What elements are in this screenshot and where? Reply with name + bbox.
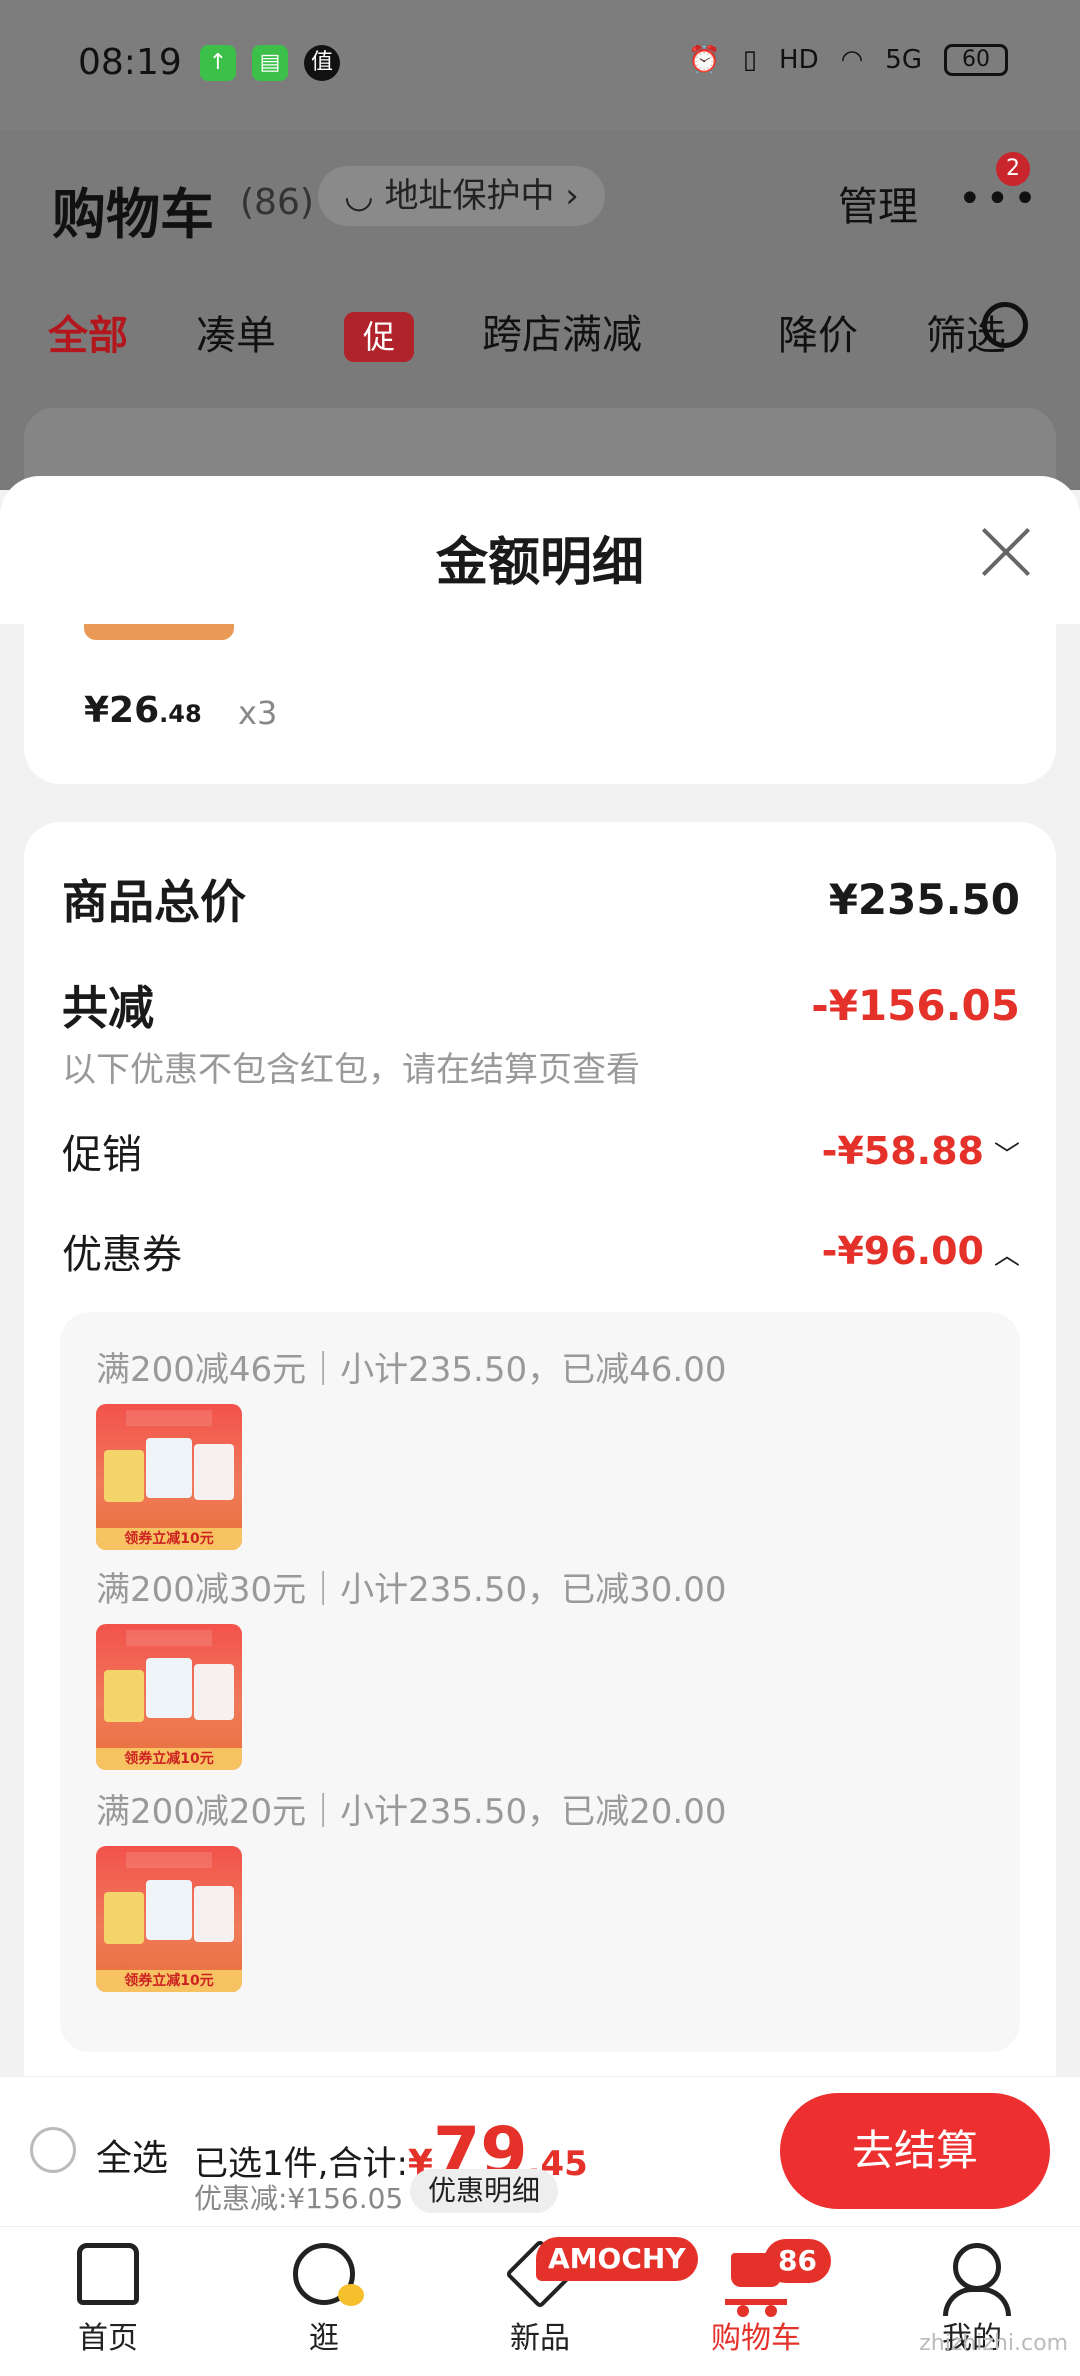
amount-detail-card: 商品总价 ¥235.50 共减 -¥156.05 以下优惠不包含红包，请在结算页… — [24, 822, 1056, 2076]
total-label: 商品总价 — [62, 875, 246, 929]
coupon-product-thumbnail: 领券立减10元 — [96, 1846, 242, 1992]
manage-button[interactable]: 管理 — [838, 174, 918, 232]
zhi-icon: 值 — [304, 45, 340, 81]
total-value: ¥235.50 — [828, 874, 1020, 924]
coupon-line: 满200减30元｜小计235.50，已减30.00 — [96, 1570, 727, 1610]
cart-page-dimmed: 购物车 (86) ◡ 地址保护中 › 管理 ••• 2 全部 凑单 促跨店满减 … — [0, 130, 1080, 508]
search-icon[interactable] — [982, 302, 1028, 348]
address-protect-chip[interactable]: ◡ 地址保护中 › — [318, 166, 605, 226]
discount-text: 优惠减:¥156.05 — [194, 2182, 404, 2215]
tab-cross-store-label: 跨店满减 — [482, 312, 642, 358]
reduce-label: 共减 — [62, 981, 154, 1035]
alarm-icon: ⏰ — [688, 45, 721, 75]
checkout-button[interactable]: 去结算 — [780, 2093, 1050, 2209]
discount-detail-button[interactable]: 优惠明细 — [410, 2169, 559, 2213]
profile-icon — [941, 2243, 1011, 2316]
nav-guang[interactable]: 逛 — [254, 2243, 394, 2357]
nav-new-label: 新品 — [510, 2321, 570, 2356]
more-badge: 2 — [996, 152, 1030, 186]
coupon-label: 优惠券 — [62, 1232, 182, 1278]
upload-icon: ↑ — [200, 45, 236, 81]
coupon-row[interactable]: 优惠券 -¥96.00 ︿ — [62, 1222, 1020, 1280]
nav-cart-label: 购物车 — [711, 2321, 801, 2356]
guang-icon — [293, 2243, 364, 2306]
coupon-line: 满200减46元｜小计235.50，已减46.00 — [96, 1350, 727, 1390]
coupon-value-wrap: -¥96.00 ︿ — [822, 1229, 1020, 1273]
wifi-icon: ◠ — [840, 45, 864, 75]
home-icon — [77, 2243, 139, 2305]
chevron-right-icon: › — [554, 176, 579, 216]
amount-detail-sheet: 金额明细 ¥26.48 x3 商品总价 ¥235.50 共减 -¥156.05 … — [0, 476, 1080, 2076]
page-title: 购物车 — [52, 183, 214, 246]
cart-count: (86) — [240, 182, 314, 223]
tab-all[interactable]: 全部 — [48, 303, 128, 361]
sheet-header: 金额明细 — [0, 476, 1080, 624]
product-price-dec: .48 — [159, 700, 202, 728]
tab-cou[interactable]: 凑单 — [196, 303, 276, 361]
discount-note: 以下优惠不包含红包，请在结算页查看 — [62, 1050, 640, 1090]
product-quantity: x3 — [238, 694, 278, 732]
coupon-line: 满200减20元｜小计235.50，已减20.00 — [96, 1792, 727, 1832]
promo-value-wrap: -¥58.88 ﹀ — [822, 1129, 1020, 1173]
nav-home-label: 首页 — [78, 2321, 138, 2356]
product-price: ¥26.48 — [84, 690, 202, 731]
product-price-int: ¥26 — [84, 690, 160, 731]
battery-icon: 60 — [944, 44, 1008, 76]
reduce-value: -¥156.05 — [811, 980, 1020, 1030]
chevron-down-icon: ﹀ — [993, 1141, 1020, 1171]
select-all-checkbox[interactable] — [30, 2127, 76, 2173]
product-thumbnail — [84, 624, 234, 640]
new-badge: AMOCHY — [536, 2237, 698, 2281]
coupon-list: 满200减46元｜小计235.50，已减46.00 领券立减10元 满200减3… — [60, 1312, 1020, 2052]
eye-closed-icon: ◡ — [344, 176, 385, 216]
coupon-band: 领券立减10元 — [96, 1970, 242, 1992]
select-all-label[interactable]: 全选 — [96, 2129, 168, 2181]
nav-home[interactable]: 首页 — [38, 2243, 178, 2357]
close-icon[interactable] — [980, 526, 1030, 576]
hd-icon: HD — [779, 45, 819, 75]
message-icon: ▤ — [252, 45, 288, 81]
watermark: zhizhizhi.com — [919, 2331, 1068, 2356]
product-item: ¥26.48 x3 — [24, 624, 1056, 784]
promo-row[interactable]: 促销 -¥58.88 ﹀ — [62, 1122, 1020, 1180]
total-row: 商品总价 ¥235.50 — [62, 866, 1020, 932]
coupon-band: 领券立减10元 — [96, 1748, 242, 1770]
promo-value: -¥58.88 — [821, 1129, 984, 1173]
coupon-band: 领券立减10元 — [96, 1528, 242, 1550]
address-protect-label: 地址保护中 — [384, 176, 555, 216]
bottom-nav: 首页 逛 新品 AMOCHY 购物车 86 我的 zhizhizhi.com — [0, 2226, 1080, 2376]
coupon-value: -¥96.00 — [821, 1229, 984, 1273]
checkout-bar: 全选 已选1件,合计:¥79.45 优惠减:¥156.05 优惠明细 去结算 — [0, 2076, 1080, 2226]
status-time: 08:19 — [78, 42, 182, 83]
tab-price-drop[interactable]: 降价 — [778, 303, 858, 361]
nav-guang-label: 逛 — [309, 2321, 339, 2356]
promo-tag: 促 — [344, 312, 414, 362]
sheet-title: 金额明细 — [435, 533, 644, 593]
tab-cross-store[interactable]: 促 跨店满减 — [344, 302, 710, 362]
coupon-product-thumbnail: 领券立减10元 — [96, 1624, 242, 1770]
status-bar: 08:19 ↑ ▤ 值 ⏰ ▯ HD ◠ 5G 60 — [0, 0, 1080, 130]
vibrate-icon: ▯ — [742, 45, 758, 75]
coupon-product-thumbnail: 领券立减10元 — [96, 1404, 242, 1550]
chevron-up-icon: ︿ — [993, 1241, 1020, 1271]
promo-label: 促销 — [62, 1132, 142, 1178]
filter-tabs: 全部 凑单 促跨店满减 降价 筛选 — [48, 302, 1074, 362]
cart-badge: 86 — [764, 2239, 831, 2283]
reduce-row: 共减 -¥156.05 — [62, 972, 1020, 1038]
more-icon[interactable]: ••• — [958, 176, 1041, 222]
network-icon: 5G — [885, 45, 922, 75]
